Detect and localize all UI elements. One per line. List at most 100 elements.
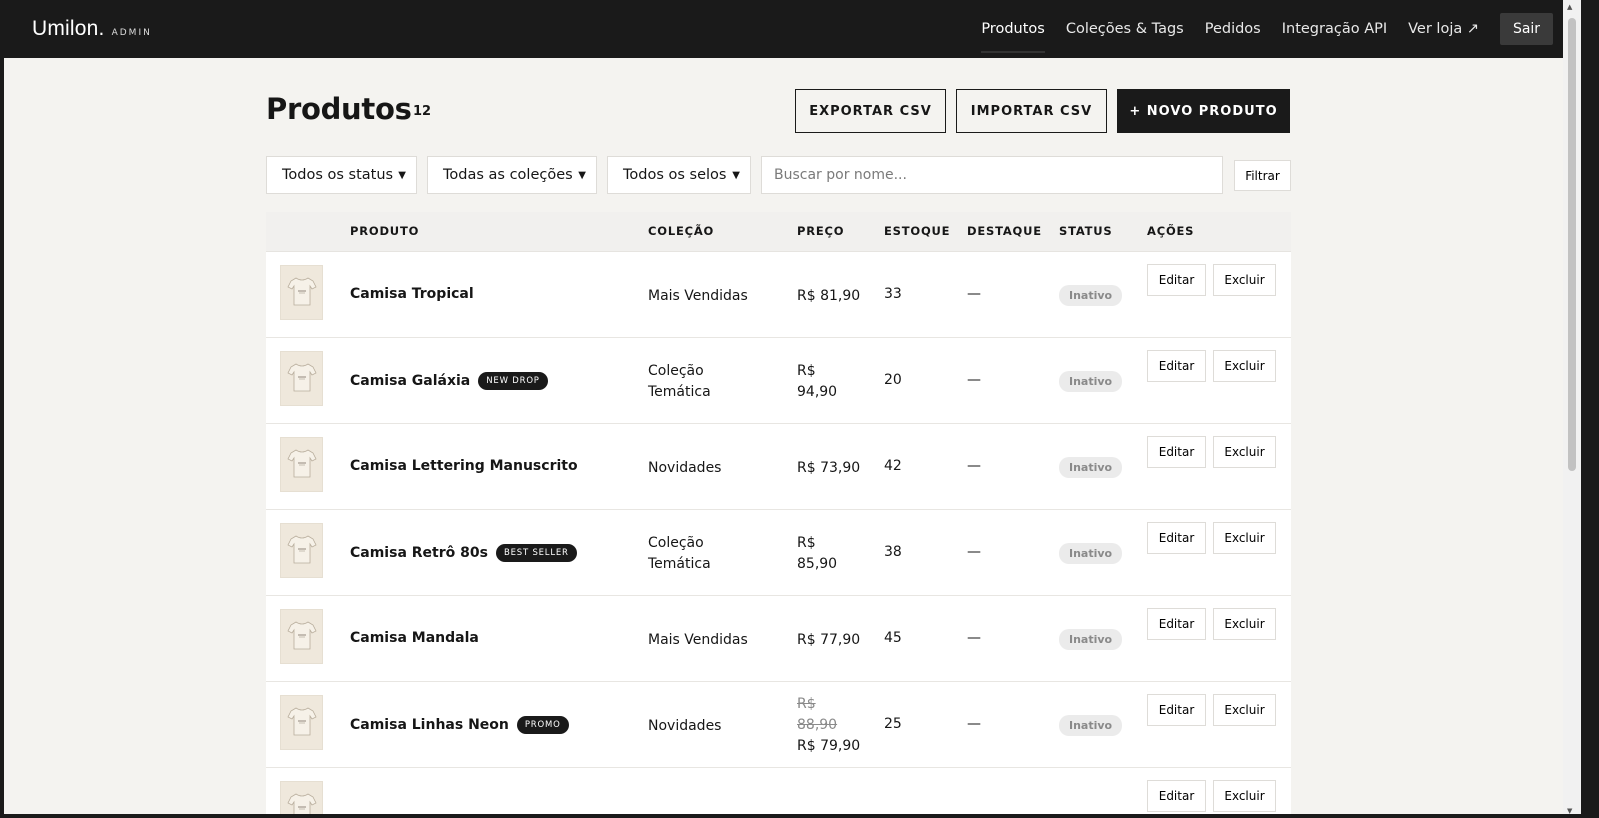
product-name[interactable]: Camisa Retrô 80s	[350, 545, 488, 561]
featured-cell: —	[967, 630, 981, 646]
scroll-down-icon[interactable]: ▼	[1567, 807, 1572, 814]
product-thumbnail[interactable]	[280, 351, 323, 406]
edit-button[interactable]: Editar	[1147, 350, 1206, 382]
nav-integracao-api[interactable]: Integração API	[1282, 5, 1387, 53]
edit-button[interactable]: Editar	[1147, 522, 1206, 554]
column-header-status: STATUS	[1059, 224, 1113, 238]
search-input[interactable]	[761, 156, 1223, 194]
delete-button[interactable]: Excluir	[1213, 350, 1276, 382]
status-select[interactable]: Todos os status ▼	[266, 156, 417, 194]
collection-line: Temática	[648, 556, 711, 572]
product-name[interactable]: Camisa Linhas Neon	[350, 717, 509, 733]
stock-cell: 33	[884, 286, 902, 302]
status-badge: Inativo	[1059, 629, 1123, 650]
product-name-cell: Camisa Tropical	[350, 286, 474, 302]
chevron-down-icon: ▼	[398, 169, 406, 181]
tshirt-icon	[286, 274, 317, 312]
edit-button[interactable]: Editar	[1147, 780, 1206, 812]
product-name-cell: Camisa Linhas Neon PROMO	[350, 716, 569, 734]
product-name[interactable]: Camisa Galáxia	[350, 373, 470, 389]
nav-ver-loja[interactable]: Ver loja ↗	[1408, 5, 1479, 53]
logout-button[interactable]: Sair	[1500, 13, 1553, 45]
table-row: Camisa Retrô 80s BEST SELLER Coleção Temát…	[266, 510, 1291, 596]
chevron-down-icon: ▼	[732, 169, 740, 181]
edit-button[interactable]: Editar	[1147, 264, 1206, 296]
collection-cell: Coleção Temática	[648, 533, 778, 575]
table-row: Editar Excluir	[266, 768, 1291, 814]
product-thumbnail[interactable]	[280, 609, 323, 664]
delete-button[interactable]: Excluir	[1213, 522, 1276, 554]
featured-cell: —	[967, 286, 981, 302]
table-row: Camisa Linhas Neon PROMO Novidades R$ 88,9…	[266, 682, 1291, 768]
page-title: Produtos	[266, 92, 412, 126]
delete-button[interactable]: Excluir	[1213, 780, 1276, 812]
featured-cell: —	[967, 372, 981, 388]
price-cell: R$ 88,90 R$ 79,90	[797, 694, 867, 757]
stock-cell: 42	[884, 458, 902, 474]
collection-select-value: Todas as coleções	[443, 167, 573, 183]
seal-select[interactable]: Todos os selos ▼	[607, 156, 751, 194]
delete-button[interactable]: Excluir	[1213, 264, 1276, 296]
collection-line: Coleção	[648, 535, 704, 551]
product-thumbnail[interactable]	[280, 523, 323, 578]
new-product-button[interactable]: + NOVO PRODUTO	[1117, 89, 1290, 133]
price-line: 94,90	[797, 384, 838, 400]
delete-button[interactable]: Excluir	[1213, 608, 1276, 640]
filter-button[interactable]: Filtrar	[1234, 160, 1291, 191]
product-thumbnail[interactable]	[280, 781, 323, 814]
nav-pedidos[interactable]: Pedidos	[1205, 5, 1261, 53]
table-row: Camisa Tropical Mais Vendidas R$ 81,90 3…	[266, 252, 1291, 338]
status-badge: Inativo	[1059, 543, 1123, 564]
tshirt-icon	[286, 790, 317, 814]
edit-button[interactable]: Editar	[1147, 608, 1206, 640]
chevron-down-icon: ▼	[578, 169, 586, 181]
price-line: R$ 77,90	[797, 632, 861, 648]
tshirt-icon	[286, 704, 317, 742]
collection-cell: Mais Vendidas	[648, 286, 778, 307]
collection-line: Mais Vendidas	[648, 288, 748, 304]
delete-button[interactable]: Excluir	[1213, 436, 1276, 468]
product-name[interactable]: Camisa Mandala	[350, 630, 479, 646]
status-select-value: Todos os status	[282, 167, 394, 183]
column-header-colecao: COLEÇÃO	[648, 224, 715, 238]
price-line: R$ 81,90	[797, 288, 861, 304]
column-header-destaque: DESTAQUE	[967, 224, 1042, 238]
product-name[interactable]: Camisa Tropical	[350, 286, 474, 302]
price-line: R$ 79,90	[797, 738, 861, 754]
featured-cell: —	[967, 544, 981, 560]
product-thumbnail[interactable]	[280, 265, 323, 320]
collection-select[interactable]: Todas as coleções ▼	[427, 156, 597, 194]
nav-produtos[interactable]: Produtos	[981, 5, 1045, 53]
product-thumbnail[interactable]	[280, 437, 323, 492]
scroll-up-icon[interactable]: ▲	[1567, 3, 1572, 11]
product-count: 12	[413, 104, 432, 119]
column-header-produto: PRODUTO	[350, 224, 420, 238]
table-header: PRODUTO COLEÇÃO PREÇO ESTOQUE DESTAQUE S…	[266, 212, 1291, 252]
nav-colecoes-tags[interactable]: Coleções & Tags	[1066, 5, 1184, 53]
stock-cell: 45	[884, 630, 902, 646]
product-thumbnail[interactable]	[280, 695, 323, 750]
logo[interactable]: Umilon.	[32, 17, 105, 41]
column-header-estoque: ESTOQUE	[884, 224, 951, 238]
product-name-cell: Camisa Retrô 80s BEST SELLER	[350, 544, 577, 562]
collection-line: Coleção	[648, 363, 704, 379]
product-name[interactable]: Camisa Lettering Manuscrito	[350, 458, 578, 474]
collection-line: Temática	[648, 384, 711, 400]
top-navbar: Umilon. ADMIN Produtos Coleções & Tags P…	[4, 0, 1581, 58]
export-csv-button[interactable]: EXPORTAR CSV	[795, 89, 946, 133]
product-name-cell: Camisa Galáxia NEW DROP	[350, 372, 548, 390]
product-name-cell: Camisa Mandala	[350, 630, 479, 646]
status-badge: Inativo	[1059, 371, 1123, 392]
stock-cell: 25	[884, 716, 902, 732]
price-cell: R$ 94,90	[797, 361, 867, 403]
table-row: Camisa Lettering Manuscrito Novidades R$…	[266, 424, 1291, 510]
import-csv-button[interactable]: IMPORTAR CSV	[956, 89, 1107, 133]
delete-button[interactable]: Excluir	[1213, 694, 1276, 726]
old-price-line: R$	[797, 696, 816, 712]
collection-cell: Mais Vendidas	[648, 630, 778, 651]
scrollbar-thumb[interactable]	[1568, 18, 1576, 471]
vertical-scrollbar[interactable]: ▲ ▼	[1563, 0, 1581, 814]
column-header-acoes: AÇÕES	[1147, 224, 1195, 238]
edit-button[interactable]: Editar	[1147, 694, 1206, 726]
edit-button[interactable]: Editar	[1147, 436, 1206, 468]
